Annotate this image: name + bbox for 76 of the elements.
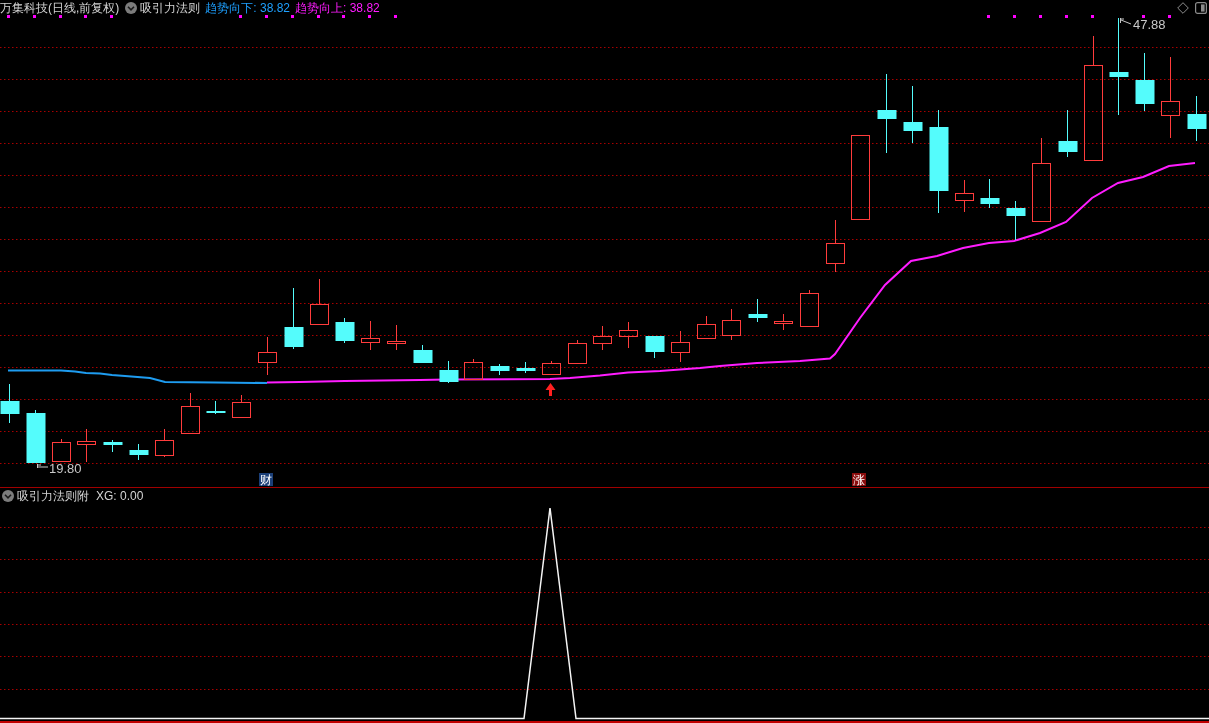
- square-marker-icon: [1065, 15, 1068, 18]
- candlestick: [826, 219, 845, 273]
- square-marker-icon: [239, 15, 242, 18]
- candlestick: [980, 178, 1000, 209]
- candlestick: [1058, 109, 1078, 158]
- candlestick: [258, 336, 277, 376]
- candlestick: [26, 409, 46, 464]
- candlestick: [1135, 52, 1155, 112]
- event-badge: 财: [259, 473, 273, 487]
- square-marker-icon: [987, 15, 990, 18]
- square-marker-icon: [368, 15, 371, 18]
- candlestick: [206, 400, 226, 415]
- candlestick: [310, 278, 329, 325]
- price-label: 47.88: [1133, 17, 1166, 32]
- candlestick: [645, 335, 665, 359]
- candlestick: [722, 308, 741, 341]
- candlestick: [697, 315, 716, 339]
- square-marker-icon: [1013, 15, 1016, 18]
- candlestick: [903, 85, 923, 144]
- square-marker-icon: [110, 15, 113, 18]
- candlestick: [439, 360, 459, 384]
- candlestick: [129, 443, 149, 461]
- stock-title: 万集科技(日线,前复权): [0, 0, 120, 15]
- pointer-arrow-icon: [37, 463, 49, 469]
- candlestick: [361, 320, 380, 351]
- square-marker-icon: [59, 15, 62, 18]
- candlestick: [155, 428, 174, 458]
- dropdown-icon[interactable]: [125, 1, 138, 14]
- xg-reading: XG: 0.00: [96, 489, 144, 503]
- candlestick: [619, 321, 638, 349]
- candlestick: [748, 298, 768, 323]
- trend-reading: 趋势向下: 38.82: [205, 0, 291, 15]
- candlestick: [413, 344, 433, 364]
- indicator-name: 吸引力法则附: [17, 489, 89, 503]
- candlestick: [387, 324, 406, 351]
- candlestick: [181, 392, 200, 434]
- candlestick: [800, 289, 819, 327]
- square-marker-icon: [1091, 15, 1094, 18]
- candlestick: [490, 363, 510, 376]
- square-marker-icon: [1168, 15, 1171, 18]
- square-marker-icon: [265, 15, 268, 18]
- candlestick: [52, 438, 71, 462]
- square-marker-icon: [1039, 15, 1042, 18]
- diamond-icon[interactable]: [1177, 1, 1189, 14]
- square-marker-icon: [7, 15, 10, 18]
- square-marker-icon: [394, 15, 397, 18]
- candlestick: [103, 439, 123, 453]
- trend-reading: 趋势向上: 38.82: [295, 0, 380, 15]
- square-marker-icon: [1142, 15, 1145, 18]
- up-arrow-icon: [545, 383, 556, 396]
- candlestick: [77, 428, 96, 463]
- candlestick: [1187, 95, 1207, 142]
- candlestick: [0, 383, 20, 424]
- price-label: 19.80: [49, 461, 82, 476]
- candlestick: [955, 179, 974, 213]
- square-marker-icon: [317, 15, 320, 18]
- candlestick: [335, 317, 355, 344]
- square-marker-icon: [84, 15, 87, 18]
- panel-toggle-icon[interactable]: [1195, 1, 1207, 14]
- candlestick: [542, 360, 561, 375]
- event-badge: 涨: [852, 473, 866, 487]
- candlestick: [593, 325, 612, 351]
- dropdown-icon[interactable]: [2, 490, 14, 502]
- candlestick: [568, 339, 587, 364]
- candlestick: [232, 394, 251, 418]
- candlestick: [516, 361, 536, 374]
- square-marker-icon: [342, 15, 345, 18]
- square-marker-icon: [33, 15, 36, 18]
- candlestick: [774, 313, 793, 331]
- candlestick: [464, 358, 483, 380]
- indicator-name: 吸引力法则: [140, 0, 201, 15]
- square-marker-icon: [291, 15, 294, 18]
- candlestick: [284, 287, 304, 350]
- pointer-arrow-icon: [1120, 17, 1132, 25]
- candlestick: [671, 330, 690, 363]
- candlestick: [1006, 200, 1026, 241]
